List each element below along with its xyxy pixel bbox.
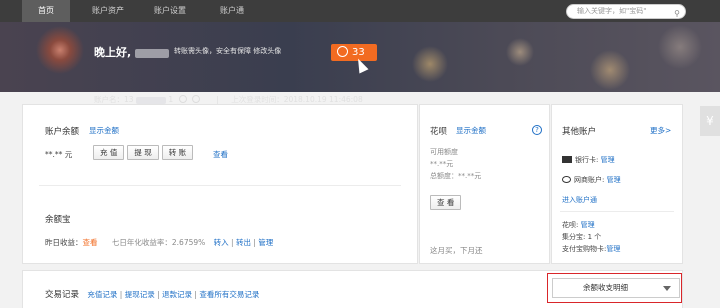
yuebao-yesterday-label: 昨日收益： [45,238,83,247]
yuebao-title: 余额宝 [45,215,71,225]
bank-card-icon [562,156,572,163]
huabei-available-value: **.**元 [430,160,454,168]
huabei-row-label: 花呗: [562,221,579,229]
transactions-header: 交易记录 充值记录 | 提现记录 | 退款记录 | 查看所有交易记录 [45,290,260,300]
tab-account-link[interactable]: 账户通 [208,0,256,22]
shopping-card-manage[interactable]: 管理 [606,245,620,253]
jifen-row: 集分宝: 1 个 [562,233,602,241]
balance-panel: 账户余额 显示金额 **.** 元 充 值提 现转 账 查看 余额宝 昨日收益：… [22,104,418,264]
netbank-row: 网商账户: 管理 [562,175,621,185]
refund-records-link[interactable]: 退款记录 [162,290,192,299]
all-records-link[interactable]: 查看所有交易记录 [199,290,259,299]
account-label: 账户名： [94,95,124,104]
transactions-title: 交易记录 [45,290,80,300]
bank-card-row: 银行卡: 管理 [562,155,615,165]
netbank-label: 网商账户: [574,176,605,184]
huabei-row-manage[interactable]: 管理 [581,221,595,229]
alarm-clock-icon [337,46,348,57]
withdraw-button[interactable]: 提 现 [127,145,159,160]
identity-icon[interactable] [178,95,187,103]
tab-settings[interactable]: 账户设置 [146,0,194,22]
other-more-link[interactable]: 更多> [650,125,671,136]
shopping-card-label: 支付宝购物卡: [562,245,607,253]
phone-icon[interactable] [191,95,200,103]
yen-side-icon[interactable]: ¥ [700,106,720,136]
greeting-text: 晚上好, [94,46,132,59]
balance-amount: **.** 元 [45,150,73,159]
recharge-button[interactable]: 充 值 [93,145,125,160]
huabei-total: 总额度：**.**元 [430,172,482,180]
withdraw-records-link[interactable]: 提现记录 [125,290,155,299]
huabei-view-button[interactable]: 查 看 [430,195,462,210]
yuebao-manage[interactable]: 管理 [258,238,273,247]
balance-actions: 充 值提 现转 账 [93,145,196,160]
username-redacted [135,48,170,58]
account-number-redacted [135,96,166,104]
divider [39,185,401,186]
other-title: 其他账户 [562,127,597,137]
bank-card-label: 银行卡: [575,156,599,164]
tab-home[interactable]: 首页 [22,0,70,22]
help-icon[interactable]: ? [532,125,542,135]
other-accounts-panel: 其他账户 更多> 银行卡: 管理 网商账户: 管理 进入账户通 花呗: 管理 集… [551,104,683,264]
huabei-row: 花呗: 管理 [562,220,595,230]
greeting: 晚上好, [94,44,170,60]
avatar-links[interactable]: 转账需头像，安全有保障 修改头像 [174,46,281,56]
balance-view-link[interactable]: 查看 [213,149,228,160]
huabei-view-wrap: 查 看 [430,195,464,210]
huabei-panel: 花呗 显示金额 ? 可用额度 **.**元 总额度：**.**元 查 看 这月买… [419,104,550,264]
search-placeholder: 输入关键字，如"宝码" [577,7,647,15]
account-prefix: 13 [124,95,134,104]
bank-card-manage[interactable]: 管理 [601,156,615,164]
search-icon[interactable]: ⚲ [674,7,680,18]
yuebao-transfer-in[interactable]: 转入 [214,238,229,247]
balance-show-amount[interactable]: 显示金额 [89,125,119,136]
balance-title: 账户余额 [45,127,80,137]
yuebao-rate: 七日年化收益率：2.6759% [111,238,206,247]
netbank-icon [562,176,571,183]
top-nav: 首页 账户资产 账户设置 账户通 输入关键字，如"宝码" ⚲ [0,0,720,22]
account-suffix: 1 [168,95,174,104]
huabei-show-amount[interactable]: 显示金额 [456,125,486,136]
transfer-button[interactable]: 转 账 [161,145,194,160]
last-login: 上次登录时间：2018.10.19 11:46:08 [231,95,363,104]
notification-badge[interactable]: 33 [331,44,377,61]
search-input[interactable]: 输入关键字，如"宝码" ⚲ [566,4,686,19]
yuebao-info: 昨日收益：查看 七日年化收益率：2.6759% 转入 | 转出 | 管理 [45,238,274,247]
divider [560,211,674,212]
profile-banner: 晚上好, 转账需头像，安全有保障 修改头像 33 账户名：13 1 | 上次登录… [0,22,720,104]
yuebao-transfer-out[interactable]: 转出 [236,238,251,247]
shopping-card-row: 支付宝购物卡:管理 [562,244,620,254]
tab-assets[interactable]: 账户资产 [84,0,132,22]
huabei-available-label: 可用额度 [430,148,458,156]
yuebao-yesterday-value[interactable]: 查看 [83,238,98,247]
huabei-footer: 这月买，下月还 [430,246,483,255]
netbank-manage[interactable]: 管理 [607,176,621,184]
highlight-box [547,273,682,303]
enter-account-link[interactable]: 进入账户通 [562,195,597,205]
huabei-title: 花呗 [430,127,448,137]
recharge-records-link[interactable]: 充值记录 [87,290,117,299]
